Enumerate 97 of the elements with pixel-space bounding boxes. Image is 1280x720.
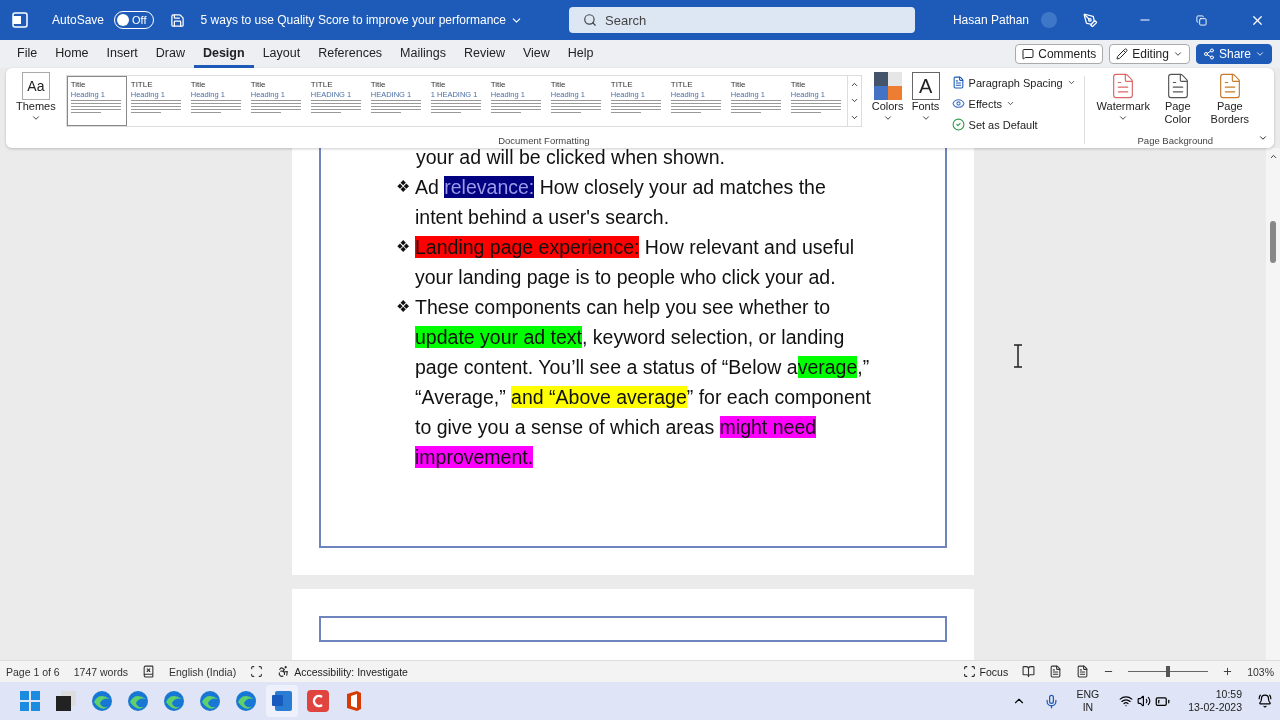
edge-icon[interactable] (127, 690, 149, 712)
themes-button[interactable]: Aa Themes (12, 72, 60, 135)
save-icon[interactable] (169, 12, 185, 28)
chevron-down-icon (1066, 78, 1076, 87)
group-label: Page Background (1136, 135, 1215, 148)
share-button[interactable]: Share (1195, 44, 1272, 64)
color-palette-icon (873, 72, 902, 100)
menu-tab[interactable]: References (309, 40, 392, 68)
chevron-down-icon (1118, 113, 1129, 123)
edge-icon[interactable] (235, 690, 257, 712)
proofing-icon[interactable] (142, 665, 155, 678)
notification-icon[interactable] (1258, 694, 1272, 708)
colors-button[interactable]: Colors (867, 72, 908, 135)
accessibility-icon (277, 665, 291, 678)
zoom-percent[interactable]: 103% (1247, 665, 1274, 678)
text-lines-icon (430, 100, 481, 113)
user-name[interactable]: Hasan Pathan (952, 13, 1029, 27)
menu-tab[interactable]: Layout (253, 40, 310, 68)
display-settings-icon[interactable] (250, 665, 264, 678)
read-mode-icon[interactable] (1022, 665, 1036, 678)
set-as-default-button[interactable]: Set as Default (951, 114, 1076, 135)
editing-button[interactable]: Editing (1109, 44, 1190, 64)
wifi-icon[interactable] (1119, 694, 1134, 708)
text-cursor-icon (1013, 344, 1023, 368)
text-lines-icon (370, 100, 421, 113)
chevron-down-icon (882, 113, 893, 123)
menu-tab[interactable]: Help (558, 40, 603, 68)
effects-icon (951, 97, 965, 110)
edge-icon[interactable] (91, 690, 113, 712)
text-lines-icon (130, 100, 181, 113)
clock[interactable]: 10:59 13-02-2023 (1188, 688, 1242, 714)
text-lines-icon (670, 100, 721, 113)
paragraph-spacing-button[interactable]: Paragraph Spacing (951, 72, 1076, 93)
bullet-marker: ❖ (396, 297, 411, 317)
page-color-button[interactable]: Page Color (1153, 72, 1202, 135)
language-status[interactable]: English (India) (169, 665, 237, 678)
word-app-icon[interactable] (266, 685, 298, 717)
scroll-up-icon[interactable] (1268, 152, 1278, 161)
page-borders-button[interactable]: Page Borders (1201, 72, 1259, 135)
chevron-down-icon (1172, 49, 1183, 59)
language-indicator[interactable]: ENG IN (1076, 688, 1100, 714)
edge-icon[interactable] (163, 690, 185, 712)
text-lines-icon (790, 100, 841, 113)
focus-icon (962, 665, 976, 678)
fonts-button[interactable]: A Fonts (907, 72, 944, 135)
page-count[interactable]: Page 1 of 6 (6, 665, 60, 678)
chevron-down-icon (920, 113, 931, 123)
text-lines-icon (490, 100, 541, 113)
bullet-marker: ❖ (396, 177, 411, 197)
comments-button[interactable]: Comments (1015, 44, 1104, 64)
menu-tab[interactable]: Mailings (391, 40, 455, 68)
group-label: Document Formatting (497, 135, 591, 148)
bullet-text: Ad relevance: How closely your ad matches the intent behind a user's search. (415, 175, 827, 230)
bullet-text: Landing page experience: How relevant and useful your landing page is to people who click your ad. (415, 235, 856, 290)
volume-icon[interactable] (1137, 694, 1152, 708)
chevron-down-icon (1255, 49, 1265, 59)
focus-button[interactable]: Focus (962, 661, 1009, 682)
zoom-slider-thumb[interactable] (1166, 666, 1171, 677)
check-icon (951, 118, 965, 131)
menu-tab[interactable]: File (8, 40, 47, 68)
text-lines-icon (610, 100, 661, 113)
paragraph-text: your ad will be clicked when shown. (415, 148, 726, 170)
text-lines-icon (250, 100, 301, 113)
zoom-in-icon[interactable] (1222, 666, 1234, 677)
menu-tab[interactable]: Draw (146, 40, 194, 68)
pen-icon[interactable] (1083, 12, 1098, 28)
watermark-button[interactable]: Watermark (1092, 72, 1154, 135)
menu-tab[interactable]: Home (46, 40, 98, 68)
microphone-icon[interactable] (1043, 693, 1059, 709)
paragraph-spacing-icon (951, 76, 965, 89)
print-layout-icon[interactable] (1049, 665, 1063, 678)
pencil-icon (1116, 48, 1129, 60)
search-icon (583, 13, 597, 27)
chevron-down-icon (1006, 99, 1015, 108)
menu-tab[interactable]: Insert (97, 40, 147, 68)
word-count[interactable]: 1747 words (73, 665, 128, 678)
text-lines-icon (550, 100, 601, 113)
share-icon (1202, 48, 1215, 60)
word-logo-icon[interactable] (12, 12, 28, 28)
menu-tab[interactable]: Review (454, 40, 514, 68)
edge-icon[interactable] (199, 690, 221, 712)
chevron-down-icon (30, 113, 41, 123)
document-title[interactable]: 5 ways to use Quality Score to improve your performance (200, 13, 506, 27)
search-field[interactable]: Search (569, 7, 915, 33)
text-lines-icon (70, 100, 121, 113)
bullet-marker: ❖ (396, 237, 411, 257)
web-layout-icon[interactable] (1076, 665, 1090, 678)
text-lines-icon (730, 100, 781, 113)
menu-tab[interactable]: View (513, 40, 559, 68)
effects-button[interactable]: Effects (951, 93, 1076, 114)
comment-icon (1022, 48, 1035, 60)
autosave-label: AutoSave (52, 13, 105, 27)
text-lines-icon (190, 100, 241, 113)
accessibility-status[interactable]: Accessibility: Investigate (277, 661, 408, 682)
text-lines-icon (310, 100, 361, 113)
restore-icon[interactable] (1195, 14, 1207, 26)
scrollbar-thumb[interactable] (1270, 221, 1276, 263)
